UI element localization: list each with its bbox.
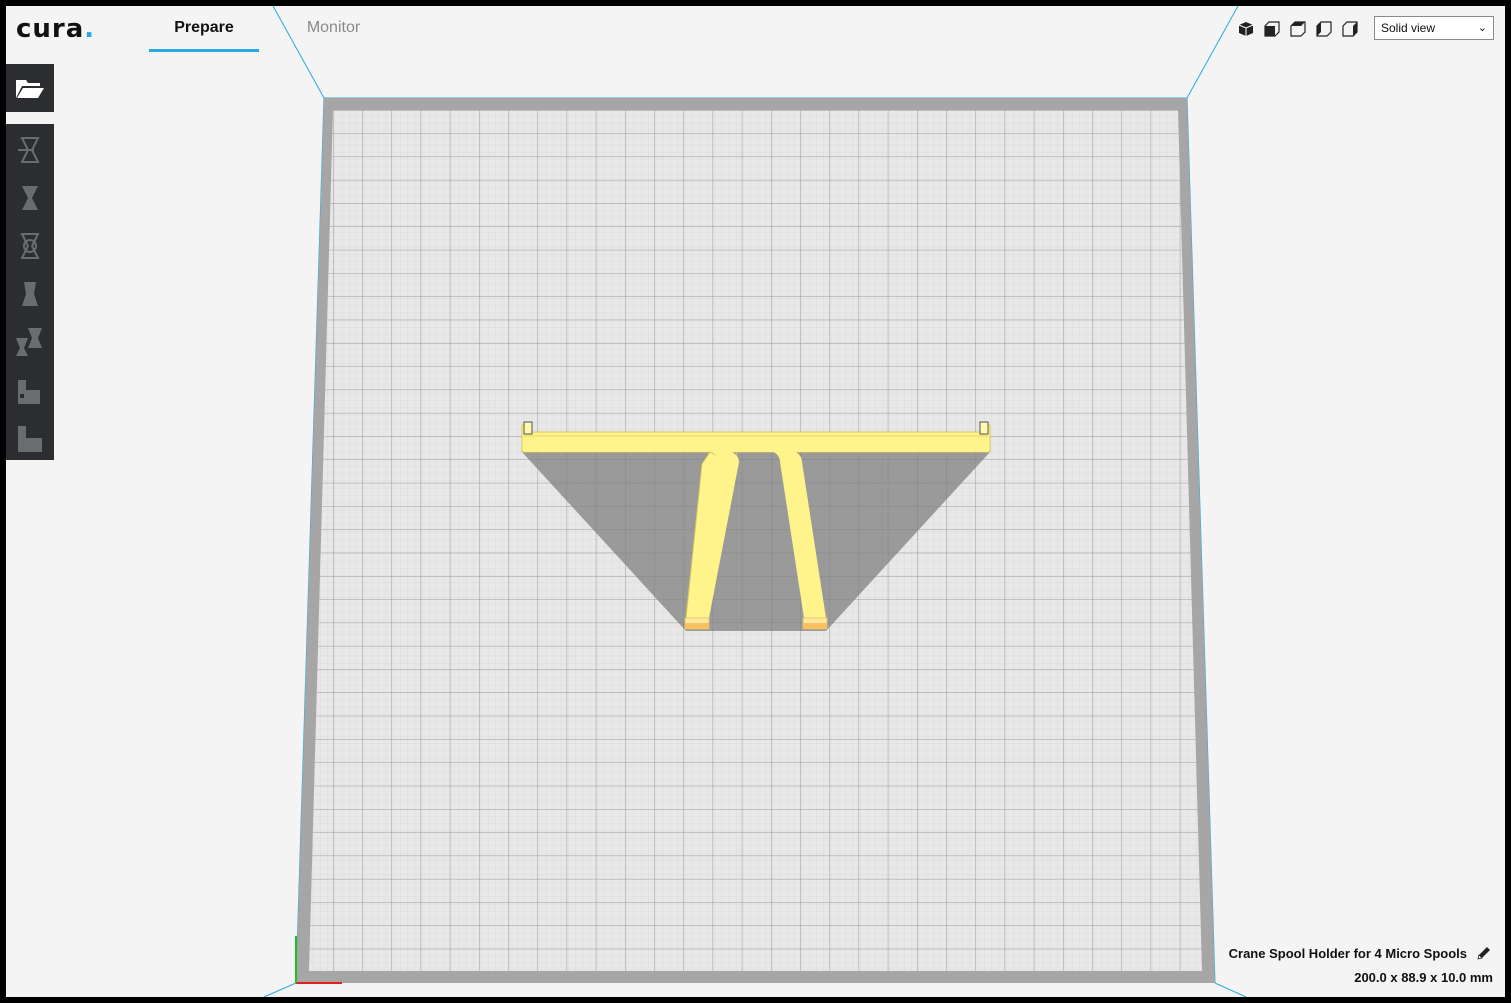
move-tool-icon[interactable] bbox=[14, 132, 46, 168]
front-view-icon[interactable] bbox=[1263, 20, 1281, 38]
custom-support-icon[interactable] bbox=[14, 420, 46, 456]
support-blocker-icon[interactable] bbox=[14, 372, 46, 408]
mirror-tool-icon[interactable] bbox=[14, 276, 46, 312]
cura-logo: cura. bbox=[16, 14, 96, 44]
rotate-tool-icon[interactable] bbox=[14, 228, 46, 264]
object-dimensions: 200.0 x 88.9 x 10.0 mm bbox=[1354, 970, 1493, 985]
view-mode-value: Solid view bbox=[1381, 21, 1436, 35]
chevron-down-icon: ⌄ bbox=[1477, 22, 1487, 34]
view-mode-select[interactable]: Solid view ⌄ bbox=[1374, 16, 1494, 40]
scale-tool-icon[interactable] bbox=[14, 180, 46, 216]
tools-toolbar bbox=[6, 124, 54, 460]
build-plate-viewport[interactable] bbox=[6, 6, 1505, 997]
tab-monitor[interactable]: Monitor bbox=[286, 6, 381, 52]
cura-window: cura. Prepare Monitor Solid view ⌄ Crane… bbox=[6, 6, 1505, 997]
3d-view-icon[interactable] bbox=[1237, 20, 1255, 38]
top-view-icon[interactable] bbox=[1289, 20, 1307, 38]
pencil-icon[interactable] bbox=[1475, 944, 1493, 962]
folder-open-icon bbox=[16, 80, 44, 98]
per-model-settings-icon[interactable] bbox=[14, 324, 46, 360]
left-view-icon[interactable] bbox=[1315, 20, 1333, 38]
right-view-icon[interactable] bbox=[1341, 20, 1359, 38]
object-name: Crane Spool Holder for 4 Micro Spools bbox=[1228, 946, 1467, 961]
open-file-button[interactable] bbox=[6, 64, 54, 112]
tab-prepare[interactable]: Prepare bbox=[149, 6, 259, 52]
